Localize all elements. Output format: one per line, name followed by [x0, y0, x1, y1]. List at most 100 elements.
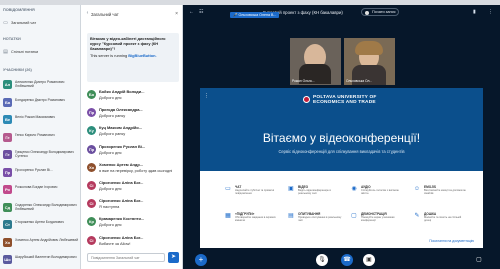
slide-subtitle: Сервіс відеоконференцій для спілкування …	[278, 149, 405, 154]
message-author: Сірохченко Аліна Бог...	[99, 234, 144, 240]
feature-breakout: ▦ «ПІДГРУПИ» Обговорюйте завдання в окреми…	[224, 212, 280, 240]
actions-button[interactable]: +	[195, 254, 207, 266]
message-text: Вибачте за Allow!	[99, 240, 131, 246]
back-icon[interactable]: ‹	[85, 11, 90, 16]
emoji-icon: ☺	[413, 186, 421, 192]
user-item[interactable]: Хо Хоменко Артем Андрійович Любешевий	[0, 236, 80, 249]
presentation-slide: ⋮ POLTAVA UNIVERSITY OF ECONOMICS AND TR…	[200, 88, 483, 248]
message-author: Сірохченко Аліна Бог...	[99, 180, 144, 185]
screen-share-icon: ▢	[476, 257, 482, 263]
slide-title: Вітаємо у відеоконференції!	[262, 131, 421, 145]
talking-indicator: 🎤 Ольховська Олена В...	[230, 12, 280, 18]
user-name: Гриценко Олександр Володимирович Сутенко	[15, 150, 74, 158]
message-author: Прохоренко Руслан Ві...	[99, 143, 146, 149]
notes-icon: ▤	[3, 48, 8, 55]
avatar: Пр	[87, 144, 96, 154]
shared-notes-item[interactable]: ▤ Спільні нотатки	[3, 48, 38, 56]
poll-icon: ▤	[288, 213, 294, 219]
slide-menu-icon[interactable]: ⋮	[204, 93, 209, 99]
audio-icon: ◉	[351, 186, 357, 192]
mute-button[interactable]: 🎙	[316, 254, 328, 266]
university-logo-icon	[303, 96, 310, 103]
message-text: Я наступна	[99, 204, 120, 210]
shared-notes-label: Спільні нотатки	[11, 50, 39, 54]
messages-header: ПОВІДОМЛЕННЯ	[3, 8, 35, 12]
back-arrow-icon[interactable]: ←	[189, 9, 194, 15]
avatar: Ро	[3, 185, 12, 194]
whiteboard-icon: ✎	[414, 213, 420, 219]
user-item[interactable]: Ал Алексеєнко Дмитро Романович Любешевий	[0, 78, 80, 91]
message-author: Крамаренко Костянти...	[99, 216, 145, 222]
user-name: Алексеєнко Дмитро Романович Любешевий	[15, 80, 65, 88]
user-item[interactable]: Пр Прохоренко Руслан Ві...	[0, 166, 80, 179]
feature-description: Проводьте опитування в реальному часі	[298, 216, 342, 223]
avatar: Сі	[87, 181, 96, 190]
webcam-tile[interactable]: Ольховська Ол...	[344, 38, 395, 85]
microphone-icon: 🎙	[318, 257, 326, 263]
public-chat-item[interactable]: ▭ Загальний чат	[3, 19, 36, 27]
connection-icon[interactable]: ▮	[473, 9, 476, 15]
feature-screen: ▢ ДЕМОНСТРАЦІЯ Показуйте екран учасникам к…	[350, 212, 406, 240]
avatar: Сі	[87, 235, 96, 245]
user-item[interactable]: Шо Шарубський Валентин Володимирович	[0, 253, 80, 266]
avatar: Ба	[3, 97, 12, 107]
screen-share-button[interactable]: ▢	[473, 254, 485, 266]
breakout-icon: ▦	[225, 213, 231, 219]
server-info-prefix: This server is running	[90, 53, 129, 58]
record-label: Почати запис	[372, 10, 396, 14]
welcome-text: Вітаємо у відео-кабінеті дистанційного к…	[90, 36, 166, 51]
user-item[interactable]: Ге Генко Кирило Романович	[0, 131, 80, 144]
feature-description: Малюйте та пишіть на спільній дошці	[424, 216, 462, 223]
feature-whiteboard: ✎ ДОШКА Малюйте та пишіть на спільній дошц…	[413, 212, 469, 240]
speaker-name: Ольховська Олена В...	[238, 13, 277, 17]
camera-icon: ▣	[366, 257, 372, 263]
users-panel: ПОВІДОМЛЕННЯ ▭ Загальний чат НОТАТКИ ▤ С…	[0, 5, 81, 269]
user-item[interactable]: Сд Сидоренко Олександр Володимирович Любе…	[0, 201, 80, 214]
avatar: Ст	[3, 220, 12, 229]
university-name-line2: ECONOMICS AND TRADE	[313, 100, 376, 105]
send-button[interactable]: ➤	[168, 252, 179, 263]
avatar: Ал	[3, 80, 12, 89]
avatar: Бо	[87, 90, 96, 99]
webcam-name: Рожан Ольга...	[292, 79, 315, 83]
message-author: Куц Максим Андрійо...	[99, 125, 142, 131]
avatar: Пр	[3, 167, 12, 177]
message-author: Пригода Олександра...	[99, 107, 143, 113]
avatar: Ге	[3, 150, 12, 159]
chat-title: Загальний чат	[91, 12, 119, 17]
message-text: Доброго дня	[99, 149, 122, 155]
user-item[interactable]: Ге Гриценко Олександр Володимирович Сутен…	[0, 148, 80, 161]
user-name: Хоменко Артем Андрійович Любешевий	[15, 237, 78, 242]
people-icon[interactable]: ☷	[199, 9, 203, 15]
camera-button[interactable]: ▣	[363, 254, 375, 266]
avatar: Сд	[3, 202, 12, 212]
record-icon	[365, 10, 369, 15]
users-header: УЧАСНИКИ (26)	[3, 68, 32, 72]
message-text: Доброго ранку	[99, 131, 126, 137]
feature-audio: ◉ АУДІО Спілкуйтесь голосом з високою якіс…	[350, 185, 406, 213]
documentation-link[interactable]: Посилання на документацію	[429, 239, 474, 243]
phone-icon: ☎	[343, 257, 351, 263]
avatar: Сі	[87, 199, 96, 209]
record-button[interactable]: Почати запис	[361, 8, 399, 16]
send-icon: ➤	[170, 254, 177, 260]
user-item[interactable]: Ро Розколова Богдан Ігорович	[0, 183, 80, 196]
microphone-icon: 🎤	[233, 13, 238, 17]
webcam-tile[interactable]: Рожан Ольга...	[290, 38, 341, 85]
feature-poll: ▤ ОПИТУВАННЯ Проводьте опитування в реальн…	[287, 212, 343, 240]
user-item[interactable]: Ба Бондаренко Дмитро Романович	[0, 96, 80, 109]
user-item[interactable]: Ве Веліо Рожан Максимович	[0, 113, 80, 126]
server-info-brand[interactable]: BigBlueButton.	[128, 53, 156, 58]
avatar: Хо	[87, 162, 96, 172]
chat-input[interactable]	[87, 253, 165, 262]
feature-description: Надсилайте публічні та приватні повідомл…	[235, 189, 275, 196]
user-name: Прохоренко Руслан Ві...	[15, 167, 53, 172]
camera-icon: ▣	[288, 186, 294, 192]
leave-audio-button[interactable]: ☎	[341, 254, 353, 266]
message-author: Сірохченко Аліна Бог...	[99, 198, 144, 204]
more-options-icon[interactable]: ⋮	[488, 9, 493, 15]
user-item[interactable]: Ст Стороженко Артем Богданович	[0, 218, 80, 231]
server-info: This server is running BigBlueButton.	[90, 53, 176, 58]
plus-icon: +	[198, 255, 204, 264]
close-icon[interactable]: ×	[175, 11, 178, 17]
